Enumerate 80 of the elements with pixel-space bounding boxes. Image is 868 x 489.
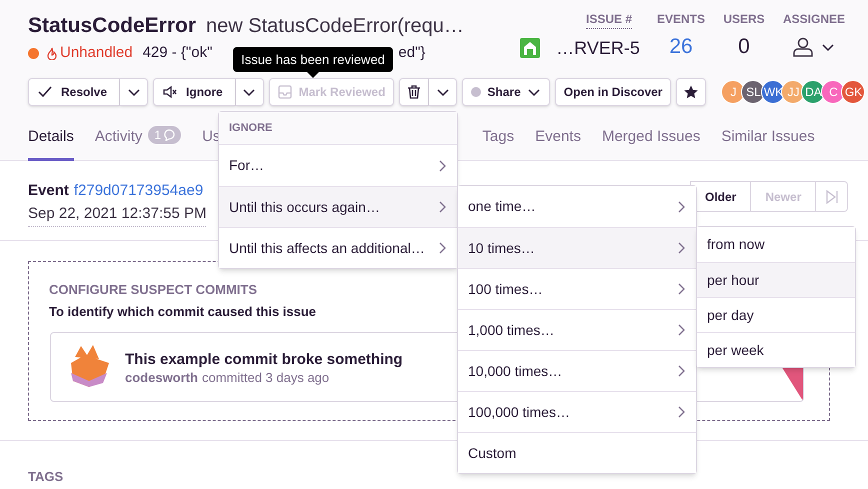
trash-icon bbox=[407, 85, 422, 99]
menu-item[interactable]: from now bbox=[697, 227, 855, 262]
tab[interactable]: Details bbox=[28, 126, 74, 161]
chevron-right-icon bbox=[437, 201, 447, 213]
participant-avatar: J bbox=[721, 80, 746, 104]
chevron-right-icon bbox=[437, 160, 447, 172]
menu-item[interactable]: per hour bbox=[697, 262, 855, 297]
section-description: To identify which commit caused this issue bbox=[49, 303, 316, 321]
status-dot-icon bbox=[471, 87, 482, 97]
section-heading: CONFIGURE SUSPECT COMMITS bbox=[49, 281, 258, 299]
chevron-right-icon bbox=[676, 324, 686, 336]
event-id-link[interactable]: f279d07173954ae9 bbox=[74, 180, 204, 202]
comment-icon bbox=[163, 129, 176, 141]
inbox-icon bbox=[278, 85, 292, 99]
users-count: 0 bbox=[738, 34, 750, 60]
chevron-right-icon bbox=[676, 365, 686, 377]
delete-button[interactable] bbox=[399, 78, 430, 106]
menu-item[interactable]: 100,000 times… bbox=[458, 391, 696, 432]
speaker-muted-icon bbox=[163, 85, 178, 99]
menu-item[interactable]: per week bbox=[697, 332, 855, 367]
menu-item[interactable]: For… bbox=[219, 145, 457, 186]
stat-label: ISSUE # bbox=[586, 10, 632, 29]
menu-item[interactable]: 10,000 times… bbox=[458, 350, 696, 391]
menu-item[interactable]: Until this occurs again… bbox=[219, 186, 457, 227]
action-button[interactable]: Resolve bbox=[28, 78, 120, 106]
tab[interactable]: Activity 1 bbox=[94, 126, 182, 161]
participant-avatar: C bbox=[821, 80, 846, 104]
menu-item[interactable]: Custom bbox=[458, 432, 696, 473]
chevron-right-icon bbox=[676, 242, 686, 254]
tab[interactable]: Tags bbox=[482, 126, 514, 161]
flame-icon bbox=[47, 46, 57, 60]
assignee-dropdown[interactable] bbox=[793, 37, 835, 57]
chevron-right-icon bbox=[676, 283, 686, 295]
stat-label: USERS bbox=[723, 11, 765, 28]
participant-avatar: JJ bbox=[781, 80, 806, 104]
menu-header: IGNORE bbox=[219, 112, 457, 145]
action-button[interactable]: Ignore bbox=[153, 78, 236, 106]
tab[interactable]: Events bbox=[535, 126, 581, 161]
dropdown-toggle[interactable] bbox=[429, 78, 458, 106]
menu-item[interactable]: 1,000 times… bbox=[458, 309, 696, 350]
stat-label: ASSIGNEE bbox=[782, 11, 845, 28]
tab[interactable]: Similar Issues bbox=[721, 126, 815, 161]
menu-item[interactable]: per day bbox=[697, 297, 855, 332]
error-message: 429 - {"ok" bbox=[142, 43, 212, 63]
participant-avatar: GK bbox=[841, 80, 866, 104]
star-icon bbox=[684, 85, 698, 99]
menu-item[interactable]: 100 times… bbox=[458, 268, 696, 309]
share-button[interactable]: Share bbox=[462, 78, 550, 106]
commit-time: committed 3 days ago bbox=[202, 369, 330, 387]
section-heading: TAGS bbox=[28, 468, 64, 486]
chevron-right-icon bbox=[437, 242, 447, 254]
dropdown-toggle[interactable] bbox=[236, 78, 264, 106]
commit-message: This example commit broke something bbox=[125, 350, 403, 370]
tab[interactable]: Merged Issues bbox=[602, 126, 700, 161]
check-icon bbox=[38, 85, 52, 99]
issue-title: StatusCodeError bbox=[28, 13, 196, 39]
stat-label: EVENTS bbox=[656, 11, 705, 28]
dropdown-toggle[interactable] bbox=[120, 78, 148, 106]
menu-item[interactable]: Until this affects an additional… bbox=[219, 227, 457, 268]
issue-subtitle: new StatusCodeError(requ… bbox=[206, 14, 464, 39]
skip-last-icon bbox=[824, 190, 839, 204]
tooltip: Issue has been reviewed bbox=[233, 47, 393, 78]
unhandled-label: Unhandled bbox=[60, 43, 133, 63]
user-icon bbox=[793, 37, 813, 57]
event-label: Event bbox=[28, 181, 69, 201]
bookmark-button[interactable] bbox=[676, 78, 706, 106]
pagination-button[interactable]: Older bbox=[690, 181, 752, 212]
project-icon bbox=[520, 38, 540, 58]
open-in-discover-button[interactable]: Open in Discover bbox=[554, 78, 672, 106]
menu-item[interactable]: 10 times… bbox=[458, 227, 696, 268]
menu-item[interactable]: one time… bbox=[458, 186, 696, 227]
chevron-right-icon bbox=[676, 200, 686, 212]
issue-number: …RVER-5 bbox=[556, 36, 640, 60]
events-count[interactable]: 26 bbox=[669, 31, 693, 63]
chevron-right-icon bbox=[676, 406, 686, 418]
count-badge: 1 bbox=[148, 126, 182, 144]
participant-avatar: SL bbox=[741, 80, 766, 104]
event-date: Sep 22, 2021 12:37:55 PM bbox=[28, 203, 206, 226]
error-message: ed"} bbox=[398, 43, 426, 63]
commit-author: codesworth bbox=[125, 369, 198, 387]
